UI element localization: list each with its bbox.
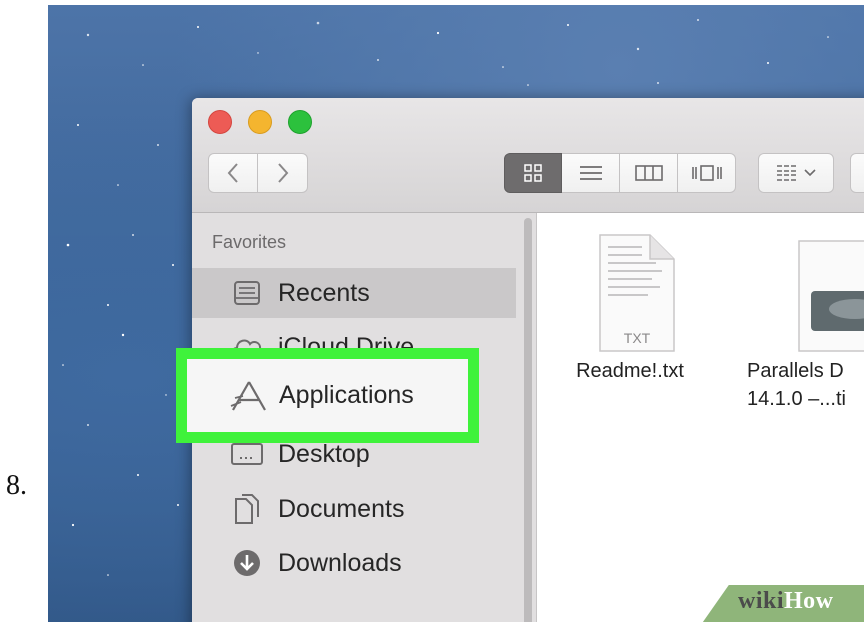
recents-icon (228, 277, 266, 309)
disk-image-icon (798, 240, 864, 352)
sidebar-item-recents[interactable]: Recents (192, 268, 516, 318)
file-readme[interactable]: TXT Readme!.txt (565, 233, 695, 385)
file-name: Readme!.txt (576, 360, 684, 382)
sidebar-item-applications[interactable]: Applications (187, 359, 468, 432)
sidebar-item-downloads[interactable]: Downloads (192, 538, 522, 588)
group-button[interactable] (758, 153, 834, 193)
file-name-line2: 14.1.0 –...ti (747, 388, 846, 410)
column-view-button[interactable] (620, 153, 678, 193)
sidebar-scrollbar[interactable] (524, 218, 532, 622)
back-button[interactable] (208, 153, 258, 193)
list-view-icon (579, 166, 602, 180)
file-name-line1: Parallels D (747, 360, 844, 382)
wikihow-watermark: wikiHow (738, 588, 834, 615)
group-grid-icon (777, 165, 797, 181)
applications-icon (229, 380, 267, 412)
text-file-icon: TXT (599, 234, 675, 352)
column-view-icon (634, 165, 663, 181)
watermark-prefix: wiki (738, 588, 785, 614)
icon-view-button[interactable] (504, 153, 562, 193)
documents-icon (228, 493, 266, 525)
maximize-button[interactable] (288, 110, 312, 134)
file-parallels[interactable]: Parallels D 14.1.0 –...ti (747, 233, 864, 413)
action-button[interactable] (850, 153, 864, 193)
icon-view-icon (524, 164, 542, 182)
chevron-down-icon (804, 169, 816, 177)
watermark-suffix: How (784, 588, 834, 614)
close-button[interactable] (208, 110, 232, 134)
downloads-icon (228, 547, 266, 579)
sidebar-item-label: Applications (279, 381, 414, 409)
cover-flow-view-button[interactable] (678, 153, 736, 193)
minimize-button[interactable] (248, 110, 272, 134)
finder-toolbar (192, 98, 864, 213)
cover-flow-view-icon (691, 165, 722, 181)
sidebar-item-label: Recents (278, 278, 370, 307)
sidebar-item-documents[interactable]: Documents (192, 484, 522, 534)
desktop-background: Favorites Recents iCloud Drive Desktop D… (48, 5, 864, 622)
step-number: 8. (6, 470, 27, 501)
sidebar-item-label: Desktop (278, 439, 370, 468)
chevron-left-icon (227, 163, 238, 183)
chevron-right-icon (277, 163, 288, 183)
sidebar-heading-favorites: Favorites (212, 232, 287, 252)
forward-button[interactable] (258, 153, 308, 193)
sidebar-item-label: Downloads (278, 548, 402, 577)
list-view-button[interactable] (562, 153, 620, 193)
file-type-badge: TXT (624, 330, 651, 346)
sidebar-item-label: Documents (278, 494, 405, 523)
file-list-area: TXT Readme!.txt Parallels D 14.1.0 –...t… (537, 213, 864, 622)
